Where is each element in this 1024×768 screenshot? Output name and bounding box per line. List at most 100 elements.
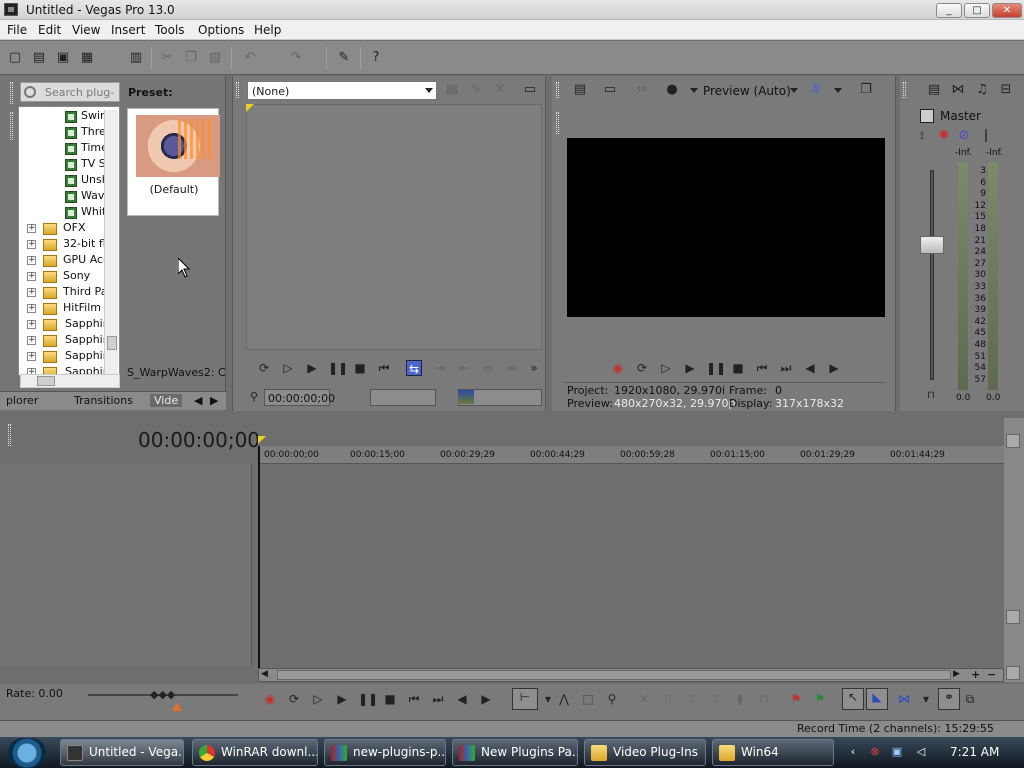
dock-grip[interactable] bbox=[10, 82, 13, 104]
chevron-down-icon[interactable]: ▾ bbox=[540, 691, 556, 707]
play-from-start-icon[interactable]: ▷ bbox=[280, 360, 296, 376]
add-before-icon[interactable]: ⇤ bbox=[456, 360, 472, 376]
tab-transitions[interactable]: Transitions bbox=[74, 394, 133, 407]
properties-icon[interactable]: ▥ bbox=[126, 48, 146, 68]
go-to-start-icon[interactable]: ⏮ bbox=[754, 360, 770, 376]
undo-icon[interactable]: ↶ bbox=[240, 48, 260, 68]
taskbar-item-video-plugins[interactable]: Video Plug-Ins bbox=[584, 739, 706, 766]
timeline-tracks[interactable] bbox=[258, 464, 1004, 666]
menu-view[interactable]: View bbox=[72, 23, 100, 37]
fx-bypass-icon[interactable]: ⇔ bbox=[632, 80, 652, 100]
taskbar-item-chrome[interactable]: WinRAR downl... bbox=[192, 739, 318, 766]
cut-icon[interactable]: ✂ bbox=[157, 48, 177, 68]
play-from-start-icon[interactable]: ▷ bbox=[658, 360, 674, 376]
master-fader-track[interactable] bbox=[930, 170, 934, 380]
taskbar-item-vegas[interactable]: Untitled - Vega... bbox=[60, 739, 184, 766]
trimmer-in-out-bar[interactable] bbox=[370, 389, 436, 406]
more-icon[interactable]: » bbox=[526, 360, 542, 376]
trim-icon[interactable]: ⌷ bbox=[660, 691, 676, 707]
rate-handle-icon[interactable]: ◆◆◆ bbox=[150, 688, 175, 701]
trimmer-clear-icon[interactable]: ✕ bbox=[490, 80, 510, 100]
tree-folder[interactable]: OFX bbox=[63, 221, 86, 234]
marker-icon[interactable]: ⚑ bbox=[788, 691, 804, 707]
taskbar-item-winrar-2[interactable]: New Plugins Pa... bbox=[452, 739, 578, 766]
trim-mode-icon[interactable]: ⇆ bbox=[406, 360, 422, 376]
tree-horizontal-scrollbar[interactable] bbox=[20, 374, 120, 388]
delete-icon[interactable]: ✕ bbox=[636, 691, 652, 707]
taskbar-item-winrar-1[interactable]: new-plugins-p... bbox=[324, 739, 446, 766]
video-preview-screen[interactable] bbox=[567, 138, 885, 317]
insert-fx-icon[interactable]: ⟟ bbox=[912, 126, 932, 146]
trim-end-icon[interactable]: ⌶ bbox=[708, 691, 724, 707]
expand-icon[interactable]: + bbox=[27, 320, 36, 329]
tab-scroll-left-icon[interactable]: ◀ bbox=[194, 394, 202, 407]
zoom-out-icon[interactable]: − bbox=[987, 668, 996, 681]
snapping-icon[interactable]: ↖ bbox=[842, 688, 864, 710]
maximize-button[interactable]: □ bbox=[964, 3, 990, 18]
scroll-left-icon[interactable]: ◀ bbox=[261, 669, 268, 679]
preview-properties-icon[interactable]: ▤ bbox=[570, 80, 590, 100]
downmix-icon[interactable]: ⋈ bbox=[948, 80, 968, 100]
vegas-app-icon[interactable] bbox=[4, 3, 18, 16]
preset-thumbnail[interactable]: (Default) bbox=[127, 108, 220, 216]
menu-insert[interactable]: Insert bbox=[111, 23, 145, 37]
taskbar-item-win64[interactable]: Win64 bbox=[712, 739, 834, 766]
tree-item[interactable]: TV S bbox=[81, 157, 106, 170]
chevron-down-icon[interactable] bbox=[834, 88, 842, 93]
tree-folder[interactable]: HitFilm bbox=[63, 301, 101, 314]
chevron-down-icon[interactable]: ▾ bbox=[918, 691, 934, 707]
mute-icon[interactable]: ⊘ bbox=[954, 126, 974, 146]
close-button[interactable]: ✕ bbox=[992, 3, 1022, 18]
tree-vertical-scrollbar[interactable] bbox=[104, 110, 118, 376]
dock-grip[interactable] bbox=[10, 112, 13, 140]
menu-help[interactable]: Help bbox=[254, 23, 281, 37]
save-icon[interactable]: ▣ bbox=[53, 48, 73, 68]
normal-edit-tool-icon[interactable]: ⊢ bbox=[512, 688, 538, 710]
expand-icon[interactable]: + bbox=[27, 288, 36, 297]
dock-grip[interactable] bbox=[8, 424, 11, 446]
tab-scroll-right-icon[interactable]: ▶ bbox=[210, 394, 218, 407]
menu-options[interactable]: Options bbox=[198, 23, 244, 37]
play-from-start-icon[interactable]: ▷ bbox=[310, 691, 326, 707]
dock-grip[interactable] bbox=[556, 82, 559, 98]
stop-icon[interactable]: ■ bbox=[352, 360, 368, 376]
auto-ripple-icon[interactable]: ◣ bbox=[866, 688, 888, 710]
trimmer-display-icon[interactable]: ▭ bbox=[520, 80, 540, 100]
master-properties-icon[interactable]: ▤ bbox=[924, 80, 944, 100]
playhead-cursor[interactable] bbox=[258, 446, 260, 668]
expand-icon[interactable]: + bbox=[27, 240, 36, 249]
lock-icon[interactable]: ⊓ bbox=[756, 691, 772, 707]
tree-folder[interactable]: Sapphir bbox=[65, 349, 107, 362]
tree-item[interactable]: Wav bbox=[81, 189, 104, 202]
lock-icon[interactable]: ⊓ bbox=[927, 390, 937, 401]
loop-icon[interactable]: ⟳ bbox=[256, 360, 272, 376]
tree-item[interactable]: Swir bbox=[81, 109, 105, 122]
tab-explorer[interactable]: plorer bbox=[6, 394, 38, 407]
play-icon[interactable]: ▶ bbox=[682, 360, 698, 376]
loop-icon[interactable]: ⟳ bbox=[634, 360, 650, 376]
stop-icon[interactable]: ■ bbox=[730, 360, 746, 376]
play-icon[interactable]: ▶ bbox=[304, 360, 320, 376]
copy-icon[interactable]: ❐ bbox=[181, 48, 201, 68]
auto-crossfade-icon[interactable]: ⋈ bbox=[896, 691, 912, 707]
expand-icon[interactable]: + bbox=[27, 224, 36, 233]
new-icon[interactable]: ▢ bbox=[5, 48, 25, 68]
pause-icon[interactable]: ❚❚ bbox=[706, 360, 726, 376]
expand-icon[interactable]: + bbox=[27, 352, 36, 361]
expand-icon[interactable]: + bbox=[27, 304, 36, 313]
previous-frame-icon[interactable]: ⏮ bbox=[376, 360, 392, 376]
menu-edit[interactable]: Edit bbox=[38, 23, 61, 37]
solo-icon[interactable]: ǀ bbox=[976, 126, 996, 146]
minimize-button[interactable]: _ bbox=[936, 3, 962, 18]
preview-quality-select[interactable]: Preview (Auto) bbox=[703, 84, 791, 98]
go-to-start-icon[interactable]: ⏮ bbox=[406, 691, 422, 707]
trimmer-pin-icon[interactable]: ✎ bbox=[466, 80, 486, 100]
play-icon[interactable]: ▶ bbox=[334, 691, 350, 707]
master-fx-icon[interactable]: ✺ bbox=[934, 126, 954, 146]
trimmer-settings-icon[interactable]: ▦ bbox=[442, 80, 462, 100]
tree-item[interactable]: Thre bbox=[81, 125, 106, 138]
network-icon[interactable]: ▣ bbox=[890, 745, 904, 759]
lock-envelopes-icon[interactable]: ⚭ bbox=[938, 688, 960, 710]
add-to-timeline-icon[interactable]: ⇥ bbox=[432, 360, 448, 376]
paste-icon[interactable]: ▧ bbox=[205, 48, 225, 68]
